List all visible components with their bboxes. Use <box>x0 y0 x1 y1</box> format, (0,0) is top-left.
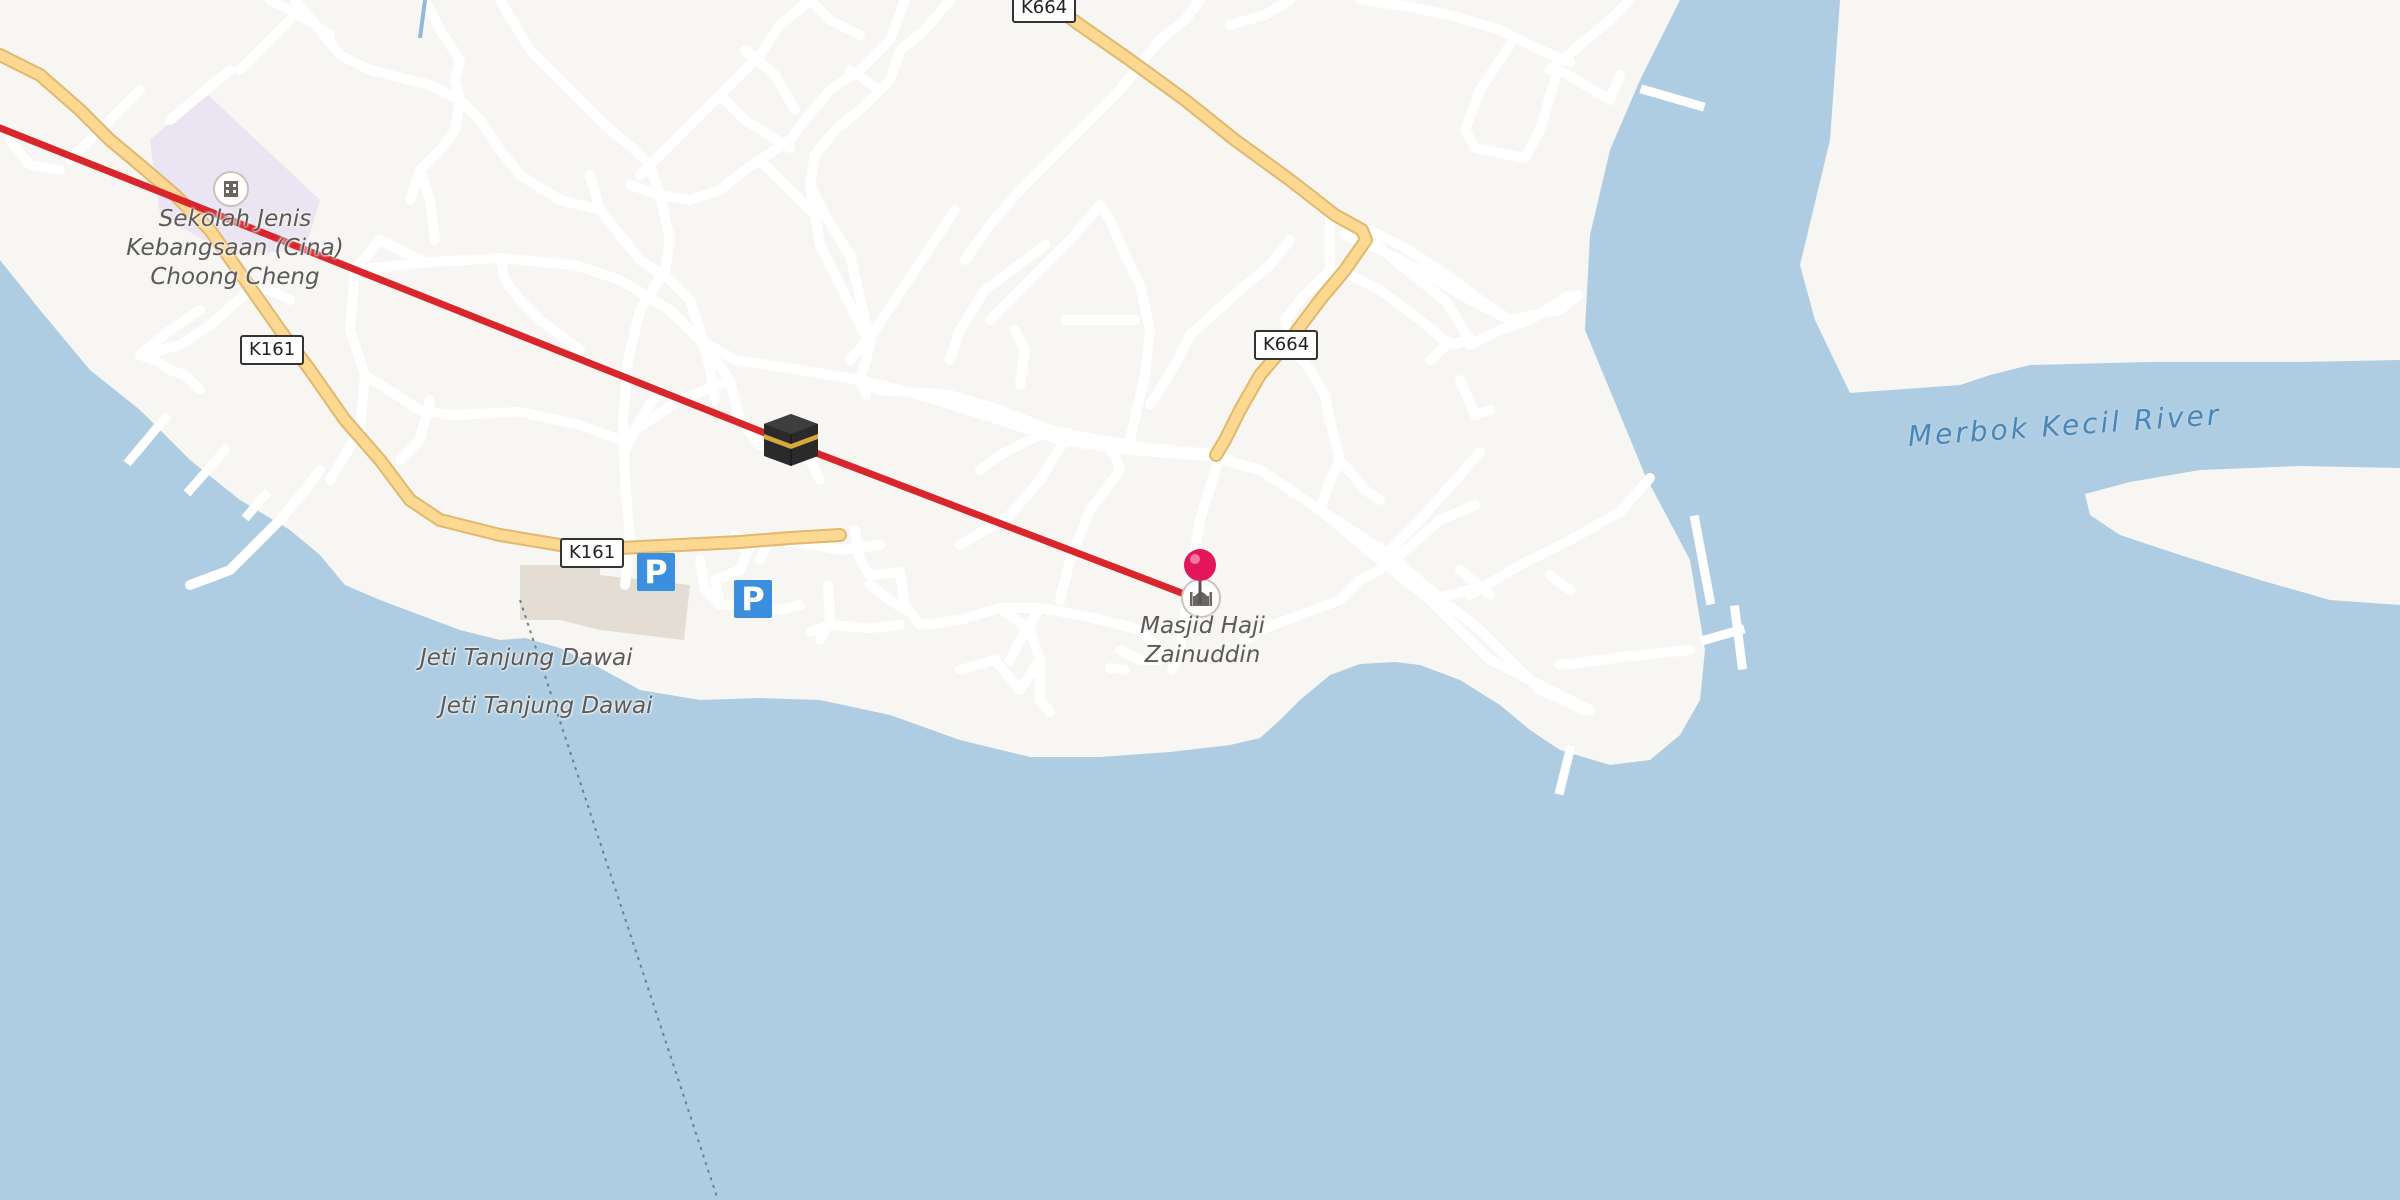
parking-icon[interactable]: P <box>637 553 675 591</box>
mosque-label-line-2: Zainuddin <box>1144 642 1261 668</box>
parking-icon[interactable]: P <box>734 580 772 618</box>
map-canvas[interactable]: Sekolah Jenis Kebangsaan (Cina) Choong C… <box>0 0 2400 1200</box>
road-shield-k161-bottom: K161 <box>560 538 625 568</box>
school-label-line-3: Choong Cheng <box>150 264 320 290</box>
school-label-line-2: Kebangsaan (Cina) <box>126 235 344 261</box>
road-shield-k161-left: K161 <box>240 335 305 365</box>
school-label-line-1: Sekolah Jenis <box>158 206 312 232</box>
road-shield-k664-mid: K664 <box>1254 330 1319 360</box>
kaaba-icon[interactable] <box>762 412 820 468</box>
school-icon[interactable] <box>213 171 249 207</box>
jetty-label: Jeti Tanjung Dawai <box>420 645 633 671</box>
land-east-bank <box>1800 0 2400 393</box>
jetty-label: Jeti Tanjung Dawai <box>440 693 653 719</box>
mosque-label-line-1: Masjid Haji <box>1140 613 1265 639</box>
mosque-label: Masjid Haji Zainuddin <box>1120 612 1285 670</box>
school-label: Sekolah Jenis Kebangsaan (Cina) Choong C… <box>120 205 350 292</box>
road-shield-k664-top: K664 <box>1012 0 1077 23</box>
location-pin-icon[interactable] <box>1181 546 1221 606</box>
